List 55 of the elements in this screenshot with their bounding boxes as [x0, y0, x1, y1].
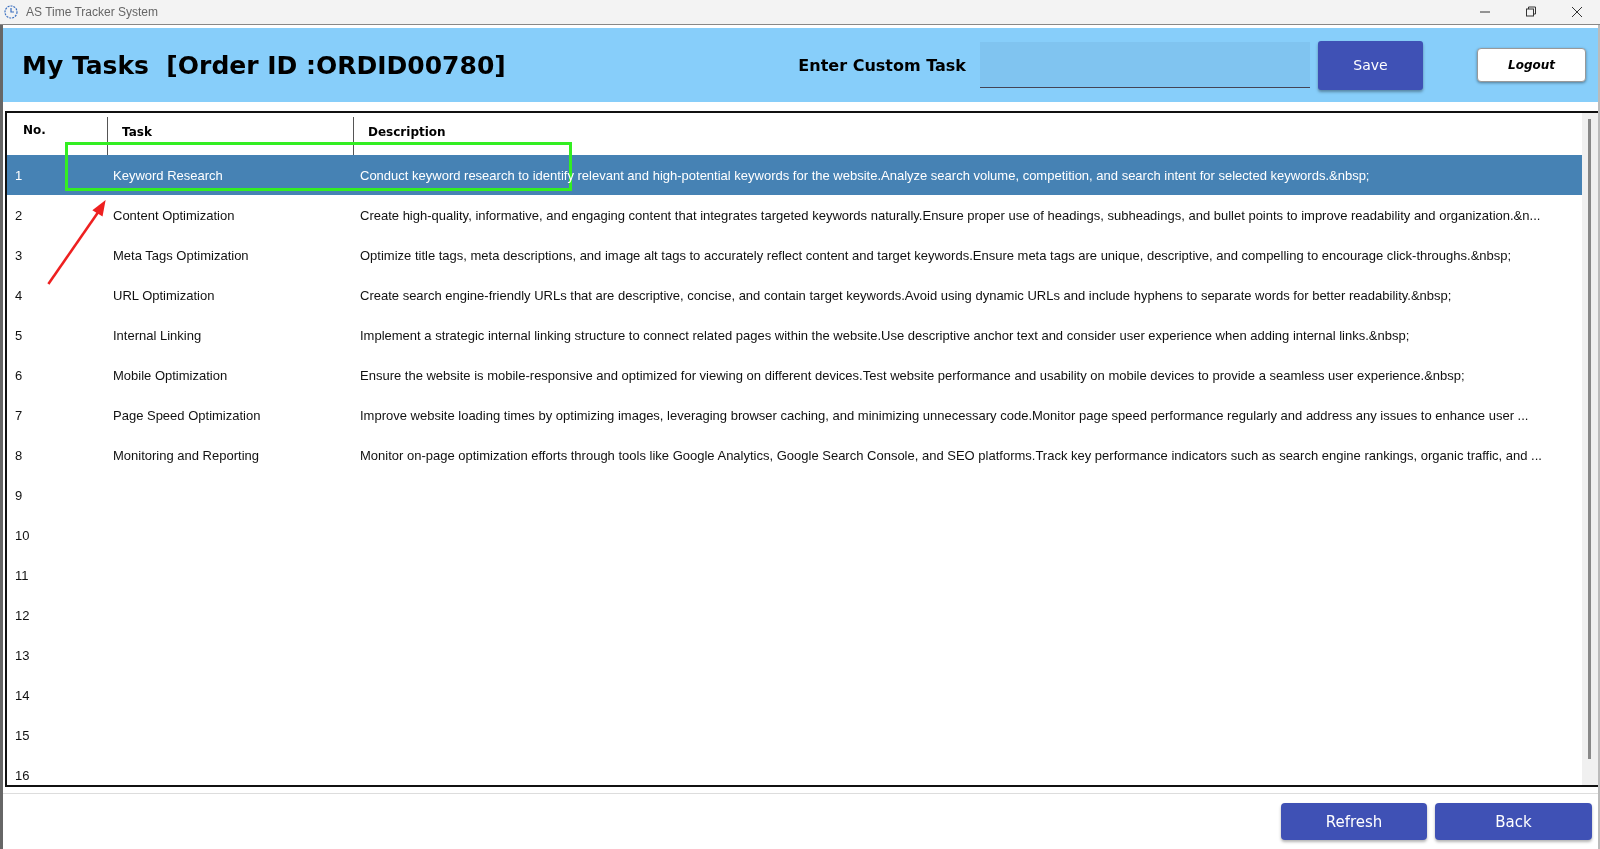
table-cell: Monitoring and Reporting [113, 447, 259, 463]
table-cell: 10 [15, 527, 30, 543]
table-cell: Keyword Research [113, 167, 223, 183]
table-cell: 7 [15, 407, 23, 423]
table-cell: URL Optimization [113, 287, 215, 303]
back-button[interactable]: Back [1435, 803, 1592, 840]
table-cell: Monitor on-page optimization efforts through tools like Google Analytics, Google Search Console, and SEO platforms.Track key performance indicators such as search engine rankings, organic traffic, and ... [360, 447, 1542, 463]
column-header[interactable]: Task [122, 125, 152, 139]
restore-icon[interactable] [1525, 6, 1537, 18]
table-cell: 15 [15, 727, 30, 743]
table-cell: 16 [15, 767, 30, 783]
table-cell: 12 [15, 607, 30, 623]
table-row[interactable]: 14 [7, 675, 1582, 715]
table-cell: 8 [15, 447, 23, 463]
table-cell: 1 [15, 167, 23, 183]
table-row[interactable]: 16 [7, 755, 1582, 785]
table-cell: 4 [15, 287, 23, 303]
refresh-button[interactable]: Refresh [1281, 803, 1427, 840]
column-header[interactable]: No. [23, 123, 46, 137]
table-cell: Page Speed Optimization [113, 407, 261, 423]
table-cell: 5 [15, 327, 23, 343]
table-row[interactable]: 10 [7, 515, 1582, 555]
field-label: Enter Custom Task [798, 55, 966, 75]
table-cell: 3 [15, 247, 23, 263]
table-cell: Meta Tags Optimization [113, 247, 249, 263]
table-row[interactable]: 15 [7, 715, 1582, 755]
table-cell: Mobile Optimization [113, 367, 228, 383]
table-cell: Improve website loading times by optimizing images, leveraging browser caching, and minimizing unnecessary code.Monitor page speed performance regularly and address any issues to enhance user ... [360, 407, 1529, 423]
table-cell: 11 [15, 567, 29, 583]
scrollbar-thumb[interactable] [1588, 119, 1591, 759]
table-cell: 14 [15, 687, 30, 703]
table-cell: Implement a strategic internal linking structure to connect related pages within the website.Use descriptive anchor text and consider user experience when adding internal links.&nbsp; [360, 327, 1410, 343]
close-icon[interactable] [1571, 6, 1583, 18]
table-cell: 13 [15, 647, 30, 663]
table-cell: Create search engine-friendly URLs that are descriptive, concise, and contain target keywords.Avoid using dynamic URLs and include hyphens to separate words for better readability.&nbsp; [360, 287, 1452, 303]
table-cell: 9 [15, 487, 23, 503]
table-row[interactable]: 13 [7, 635, 1582, 675]
table-cell: Create high-quality, informative, and engaging content that integrates targeted keywords naturally.Ensure proper use of headings, subheadings, and bullet points to improve readability and organization.&n... [360, 207, 1541, 223]
table-cell: 6 [15, 367, 23, 383]
table-cell: Optimize title tags, meta descriptions, and image alt tags to accurately reflect content and target keywords.Ensure meta tags are unique, descriptive, and compelling to encourage click-throughs.&nbsp; [360, 247, 1512, 263]
save-button[interactable]: Save [1318, 40, 1423, 90]
table-cell: Content Optimization [113, 207, 235, 223]
column-header[interactable]: Description [368, 125, 446, 139]
table-cell: Internal Linking [113, 327, 202, 343]
table-cell: Ensure the website is mobile-responsive and optimized for viewing on different devices.Test website performance and usability on mobile devices to provide a seamless user experience.&nbsp; [360, 367, 1465, 383]
logout-button[interactable]: Logout [1477, 48, 1586, 82]
table-row[interactable]: 9 [7, 475, 1582, 515]
table-cell: 2 [15, 207, 23, 223]
clock-icon [4, 5, 18, 19]
page-title: My Tasks [Order ID :ORDID00780] [22, 50, 506, 80]
table-row[interactable]: 11 [7, 555, 1582, 595]
window-title: AS Time Tracker System [26, 5, 159, 19]
custom-task-field[interactable] [980, 42, 1310, 88]
scrollbar[interactable] [1582, 113, 1598, 785]
table-row[interactable]: 12 [7, 595, 1582, 635]
